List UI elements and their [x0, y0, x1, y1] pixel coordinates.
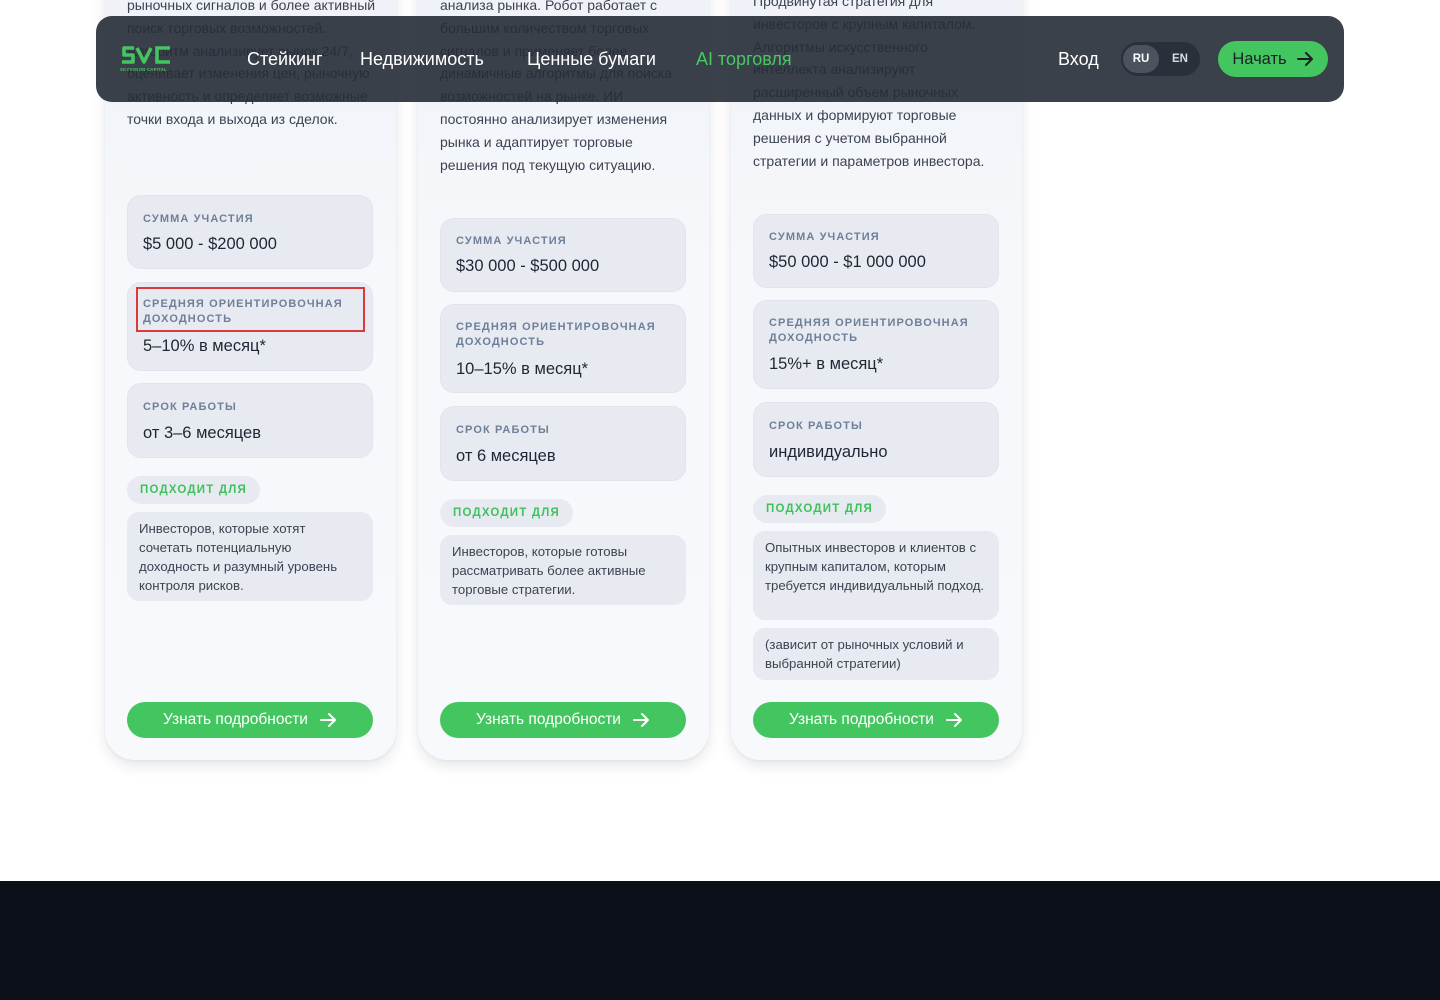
arrow-right-icon	[945, 713, 963, 727]
yield-value: 5–10% в месяц*	[143, 337, 266, 355]
fits-note: (зависит от рыночных условий и выбранной…	[753, 628, 999, 680]
fits-text: Инвесторов, которые готовы рассматривать…	[440, 535, 686, 605]
learn-more-label: Узнать подробности	[789, 711, 934, 728]
language-switcher: RU EN	[1120, 41, 1201, 77]
arrow-right-icon	[1296, 52, 1314, 66]
amount-label: Сумма участия	[456, 235, 567, 247]
term-value: от 3–6 месяцев	[143, 424, 261, 442]
start-button[interactable]: Начать	[1218, 41, 1328, 77]
strategy-card-1: рыночных сигналов и более активный поиск…	[105, 0, 396, 760]
term-tile: Срок работы от 3–6 месяцев	[127, 383, 373, 458]
footer	[0, 881, 1440, 1000]
yield-value: 15%+ в месяц*	[769, 355, 884, 373]
learn-more-button[interactable]: Узнать подробности	[753, 702, 999, 738]
strategy-card-3: Продвинутая стратегия для инвесторов с к…	[731, 0, 1022, 760]
lang-ru-option[interactable]: RU	[1123, 45, 1159, 73]
login-link[interactable]: Вход	[1058, 49, 1099, 70]
yield-label: Средняя ориентировочная доходность	[769, 317, 969, 344]
yield-tile: Средняя ориентировочная доходность 10–15…	[440, 304, 686, 393]
term-label: Срок работы	[769, 420, 863, 432]
nav-link-securities[interactable]: Ценные бумаги	[527, 49, 656, 70]
amount-value: $5 000 - $200 000	[143, 235, 277, 253]
logo[interactable]: SKYVISION CAPITAL	[120, 44, 176, 79]
term-tile: Срок работы от 6 месяцев	[440, 406, 686, 481]
term-value: индивидуально	[769, 443, 888, 461]
term-value: от 6 месяцев	[456, 447, 556, 465]
svc-logo-icon: SKYVISION CAPITAL	[120, 46, 170, 72]
amount-tile: Сумма участия $50 000 - $1 000 000	[753, 214, 999, 288]
learn-more-button[interactable]: Узнать подробности	[440, 702, 686, 738]
strategy-card-2: анализа рынка. Робот работает с большим …	[418, 0, 709, 760]
fits-label: Подходит для	[440, 499, 574, 527]
yield-tile: Средняя ориентировочная доходность 5–10%…	[127, 282, 373, 371]
yield-label: Средняя ориентировочная доходность	[456, 321, 656, 348]
amount-tile: Сумма участия $30 000 - $500 000	[440, 218, 686, 292]
arrow-right-icon	[319, 713, 337, 727]
yield-value: 10–15% в месяц*	[456, 360, 589, 378]
lang-en-option[interactable]: EN	[1162, 45, 1198, 73]
learn-more-label: Узнать подробности	[476, 711, 621, 728]
top-navbar: SKYVISION CAPITAL Стейкинг Недвижимость …	[96, 16, 1344, 102]
learn-more-label: Узнать подробности	[163, 711, 308, 728]
svg-text:SKYVISION CAPITAL: SKYVISION CAPITAL	[120, 67, 167, 72]
amount-value: $50 000 - $1 000 000	[769, 253, 926, 271]
term-tile: Срок работы индивидуально	[753, 402, 999, 477]
learn-more-button[interactable]: Узнать подробности	[127, 702, 373, 738]
term-label: Срок работы	[143, 401, 237, 413]
amount-value: $30 000 - $500 000	[456, 257, 600, 275]
arrow-right-icon	[632, 713, 650, 727]
nav-link-staking[interactable]: Стейкинг	[247, 49, 323, 70]
term-label: Срок работы	[456, 424, 550, 436]
nav-link-real-estate[interactable]: Недвижимость	[360, 49, 484, 70]
fits-label: Подходит для	[127, 476, 261, 504]
fits-label: Подходит для	[753, 495, 887, 523]
yield-tile: Средняя ориентировочная доходность 15%+ …	[753, 300, 999, 389]
amount-tile: Сумма участия $5 000 - $200 000	[127, 195, 373, 269]
yield-label: Средняя ориентировочная доходность	[143, 298, 343, 325]
start-label: Начать	[1232, 49, 1287, 68]
nav-link-ai-trading[interactable]: AI торговля	[696, 49, 792, 70]
amount-label: Сумма участия	[143, 213, 254, 225]
fits-text: Опытных инвесторов и клиентов с крупным …	[753, 531, 999, 620]
amount-label: Сумма участия	[769, 231, 880, 243]
fits-text: Инвесторов, которые хотят сочетать потен…	[127, 512, 373, 601]
